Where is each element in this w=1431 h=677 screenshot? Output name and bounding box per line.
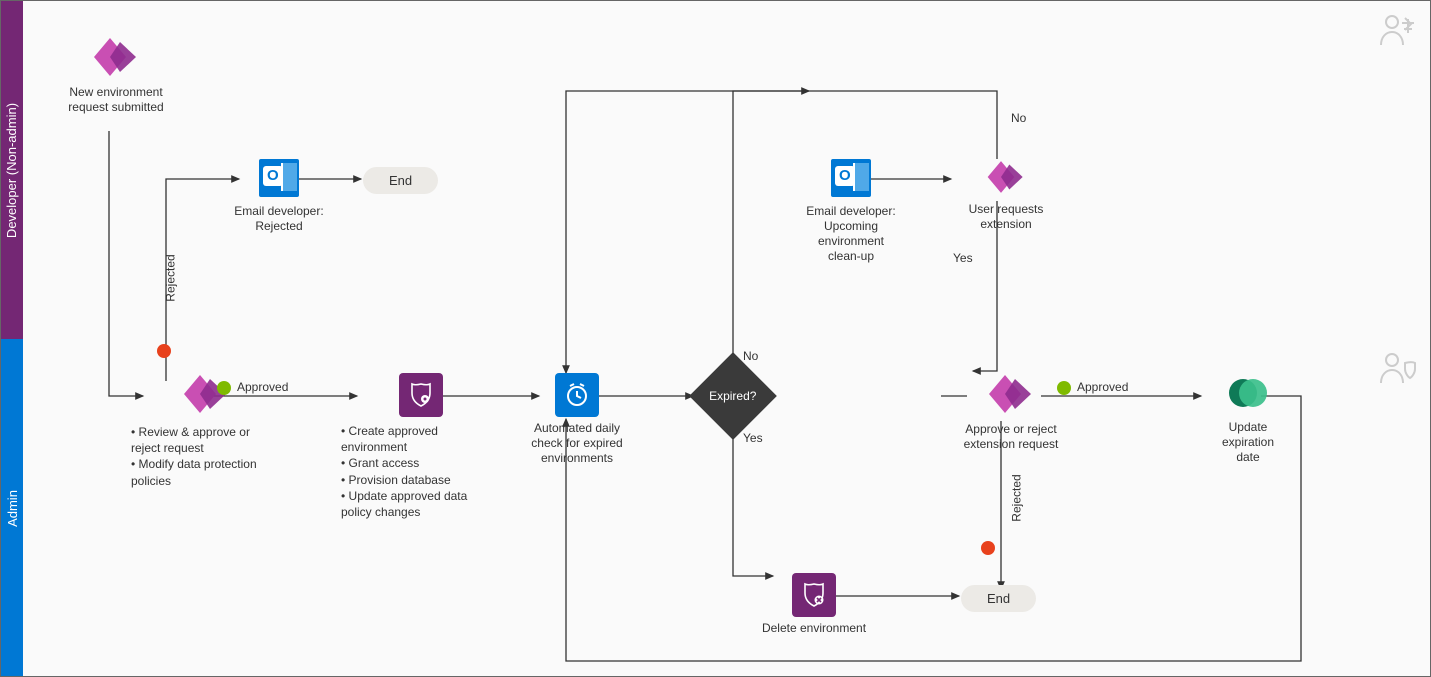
edge-label-no-extension: No (1011, 111, 1026, 125)
node-create-environment: Create approved environment Grant access… (341, 373, 501, 520)
status-dot-approved-ext (1057, 381, 1071, 395)
node-update-expiration: Updateexpirationdate (1193, 373, 1303, 465)
powerapps-icon (986, 159, 1026, 195)
outlook-icon (831, 159, 871, 197)
status-dot-rejected-ext (981, 541, 995, 555)
node-approve-extension: Approve or rejectextension request (951, 373, 1071, 452)
node-end-2: End (961, 585, 1036, 612)
edge-label-approved-ext: Approved (1077, 380, 1128, 394)
outlook-icon (259, 159, 299, 197)
node-email-cleanup: Email developer:Upcomingenvironmentclean… (791, 159, 911, 264)
powerapps-icon (92, 36, 140, 78)
dataverse-icon (1225, 373, 1271, 413)
shield-delete-icon (792, 573, 836, 617)
node-end-1: End (363, 167, 438, 194)
shield-gear-icon (399, 373, 443, 417)
lane-label-developer: Developer (Non-admin) (1, 1, 23, 339)
node-new-request: New environmentrequest submitted (61, 36, 171, 115)
developer-role-icon (1378, 13, 1418, 47)
clock-icon (555, 373, 599, 417)
admin-role-icon (1378, 351, 1418, 385)
powerapps-icon (987, 373, 1035, 415)
edge-label-yes-extension: Yes (953, 251, 973, 265)
lane-label-admin: Admin (1, 339, 23, 677)
status-dot-rejected (157, 344, 171, 358)
status-dot-approved (217, 381, 231, 395)
edge-label-rejected: Rejected (164, 254, 178, 301)
node-email-rejected: Email developer:Rejected (219, 159, 339, 234)
flowchart-canvas: Developer (Non-admin) Admin (0, 0, 1431, 677)
node-delete-environment: Delete environment (749, 573, 879, 636)
edge-label-rejected-ext: Rejected (1010, 474, 1024, 521)
node-user-requests-extension: User requestsextension (951, 159, 1061, 232)
node-daily-check: Automated dailycheck for expiredenvironm… (517, 373, 637, 466)
edge-label-yes-expired: Yes (743, 431, 763, 445)
edge-label-no-expired: No (743, 349, 758, 363)
node-expired-decision: Expired? (701, 365, 765, 427)
edge-label-approved: Approved (237, 380, 288, 394)
